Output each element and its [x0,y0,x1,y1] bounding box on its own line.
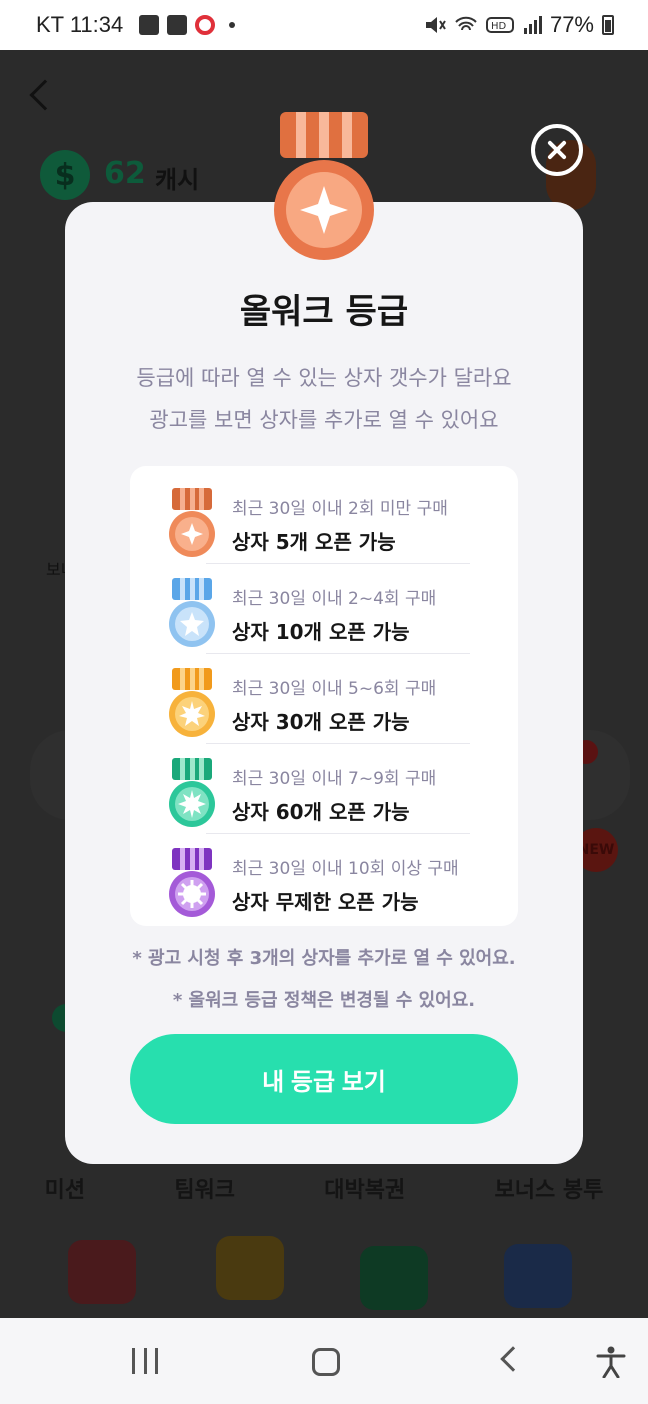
bronze-medal-icon [169,488,215,557]
modal-subtitle-1: 등급에 따라 열 수 있는 상자 갯수가 달라요 [136,366,512,390]
background-menu-icons [0,1232,648,1312]
tier-open-count: 상자 10개 오픈 가능 [232,620,410,644]
menu-teamwork: 팀워크 [174,1178,236,1203]
modal-title: 올워크 등급 [239,292,409,332]
amethyst-medal-icon [169,848,215,917]
wifi-icon [455,16,477,31]
gallery-icon [139,15,160,35]
menu-lottery: 대박복권 [324,1178,406,1203]
tier-row-bronze: 최근 30일 이내 2회 미만 구매 상자 5개 오픈 가능 [130,474,518,564]
more-dot-icon [229,22,236,28]
gold-medal-icon [169,668,215,737]
recent-apps-button[interactable] [132,1348,158,1374]
battery-percent: 77% [549,12,594,37]
system-nav-bar [0,1318,648,1404]
view-my-grade-button[interactable]: 내 등급 보기 [130,1034,518,1124]
background-menu: 미션 팀워크 대박복권 보너스 봉투 [0,1172,648,1204]
heart-icon [68,1240,136,1304]
status-bar: KT 11:34 HD 77% [0,0,648,50]
hd-icon: HD [485,17,514,33]
status-right: HD 77% [424,12,614,38]
cash-amount: 62 [104,156,146,191]
tier-row-silver: 최근 30일 이내 2~4회 구매 상자 10개 오픈 가능 [130,564,518,654]
tier-condition: 최근 30일 이내 2회 미만 구매 [232,499,448,519]
tier-open-count: 상자 무제한 오픈 가능 [232,890,419,914]
close-button[interactable] [531,124,583,176]
tier-condition: 최근 30일 이내 7~9회 구매 [232,769,437,789]
status-left: KT 11:34 [36,12,236,38]
notification-icons [139,15,236,35]
bonus-envelope-icon [504,1244,572,1308]
tier-open-count: 상자 30개 오픈 가능 [232,710,410,734]
footnote-policy: * 올워크 등급 정책은 변경될 수 있어요. [172,990,476,1011]
cash-coin-icon: $ [40,150,90,200]
mute-icon [425,17,446,33]
tier-condition: 최근 30일 이내 5~6회 구매 [232,679,437,699]
tier-open-count: 상자 60개 오픈 가능 [232,800,410,824]
carrier-time: KT 11:34 [36,12,124,37]
accessibility-icon[interactable] [596,1346,626,1378]
envelope-icon [360,1246,428,1310]
tier-row-gold: 최근 30일 이내 5~6회 구매 상자 30개 오픈 가능 [130,654,518,744]
tier-open-count: 상자 5개 오픈 가능 [232,530,396,554]
cash-unit: 캐시 [155,166,200,194]
pdf-icon [167,15,188,35]
tier-list: 최근 30일 이내 2회 미만 구매 상자 5개 오픈 가능 최근 30일 이내… [130,466,518,926]
back-button[interactable] [500,1346,526,1372]
signal-icon [523,16,542,34]
menu-mission: 미션 [44,1178,86,1203]
modal-subtitle-2: 광고를 보면 상자를 추가로 열 수 있어요 [149,408,499,432]
tier-condition: 최근 30일 이내 10회 이상 구매 [232,859,459,879]
app-badge-icon [195,15,216,35]
footnote-ad: * 광고 시청 후 3개의 상자를 추가로 열 수 있어요. [132,948,516,969]
tier-row-amethyst: 최근 30일 이내 10회 이상 구매 상자 무제한 오픈 가능 [130,834,518,924]
svg-text:HD: HD [491,21,507,32]
battery-icon [602,15,614,35]
bronze-medal-icon [274,112,374,260]
menu-bonus-envelope: 보너스 봉투 [494,1178,604,1203]
tier-condition: 최근 30일 이내 2~4회 구매 [232,589,437,609]
tier-row-emerald: 최근 30일 이내 7~9회 구매 상자 60개 오픈 가능 [130,744,518,834]
home-button[interactable] [312,1348,340,1376]
emerald-medal-icon [169,758,215,827]
hands-icon [216,1236,284,1300]
silver-medal-icon [169,578,215,647]
